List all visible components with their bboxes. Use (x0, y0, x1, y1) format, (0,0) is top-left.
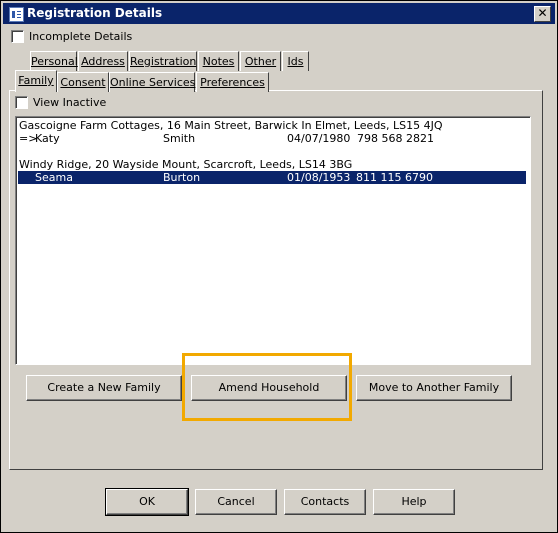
tab-notes[interactable]: Notes (198, 51, 239, 71)
window-title: Registration Details (27, 6, 163, 20)
tab-preferences[interactable]: Preferences (196, 72, 269, 92)
member-first-name: Katy (35, 132, 60, 145)
member-dob: 04/07/1980 (287, 132, 351, 145)
form-icon (9, 7, 24, 22)
member-dob: 01/08/1953 (287, 171, 351, 184)
create-new-family-button[interactable]: Create a New Family (26, 375, 182, 401)
member-nhs-number: 811 115 6790 (356, 171, 433, 184)
list-item[interactable]: Seama Burton 01/08/1953 811 115 6790 (18, 171, 526, 184)
member-last-name: Smith (163, 132, 196, 145)
member-first-name: Seama (35, 171, 73, 184)
household-address[interactable]: Gascoigne Farm Cottages, 16 Main Street,… (19, 119, 443, 132)
tab-address[interactable]: Address (78, 51, 128, 71)
cancel-button[interactable]: Cancel (195, 489, 277, 515)
tab-other[interactable]: Other (240, 51, 281, 71)
view-inactive-label: View Inactive (33, 96, 107, 109)
contacts-button[interactable]: Contacts (284, 489, 366, 515)
tab-online-services[interactable]: Online Services (109, 72, 195, 92)
member-last-name: Burton (163, 171, 201, 184)
member-nhs-number: 798 568 2821 (357, 132, 434, 145)
amend-household-button[interactable]: Amend Household (191, 375, 347, 401)
move-to-another-family-button[interactable]: Move to Another Family (356, 375, 512, 401)
household-address[interactable]: Windy Ridge, 20 Wayside Mount, Scarcroft… (19, 158, 352, 171)
view-inactive-checkbox[interactable] (15, 96, 28, 109)
list-item[interactable]: => Katy Smith 04/07/1980 798 568 2821 (19, 132, 527, 145)
tab-consent[interactable]: Consent (57, 72, 109, 92)
close-button[interactable]: ✕ (534, 6, 551, 22)
ok-button[interactable]: OK (105, 488, 189, 516)
help-button[interactable]: Help (373, 489, 455, 515)
title-bar[interactable]: Registration Details ✕ (3, 3, 555, 24)
registration-details-window: Registration Details ✕ Incomplete Detail… (0, 0, 558, 533)
tab-ids[interactable]: Ids (282, 51, 309, 71)
tab-personal[interactable]: Personal (30, 51, 78, 71)
tab-family[interactable]: Family (15, 70, 57, 92)
incomplete-details-checkbox[interactable] (11, 30, 24, 43)
tab-registration[interactable]: Registration (129, 51, 197, 71)
incomplete-details-label: Incomplete Details (29, 30, 133, 43)
household-list[interactable]: Gascoigne Farm Cottages, 16 Main Street,… (15, 116, 531, 365)
